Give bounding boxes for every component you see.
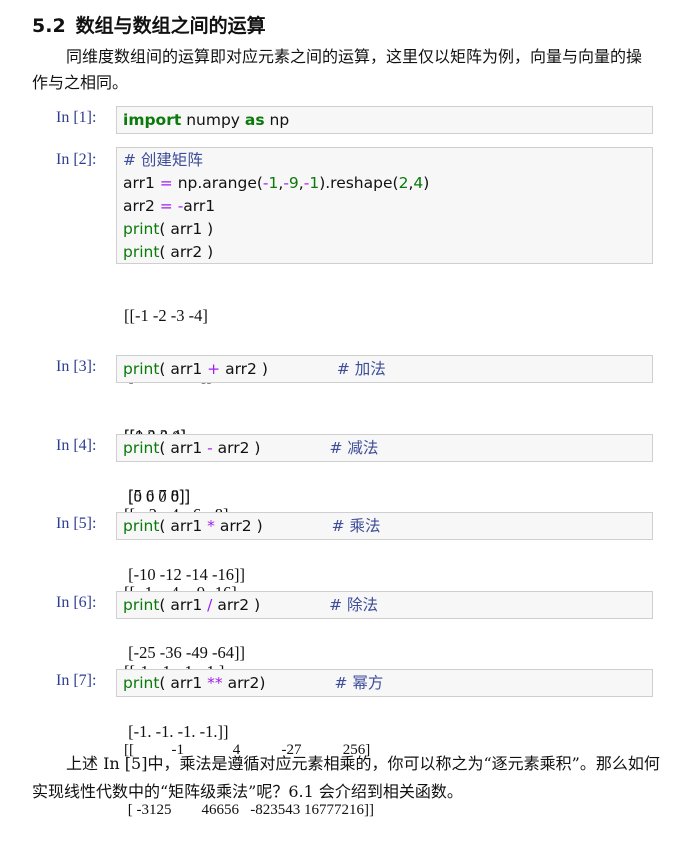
section-title: 数组与数组之间的运算 — [75, 15, 266, 37]
code-block[interactable]: import numpy as np — [116, 106, 653, 134]
closing-paragraph: 上述 In [5]中，乘法是遵循对应元素相乘的，你可以称之为“逐元素乘积”。那么… — [32, 750, 672, 806]
section-number: 5.2 — [32, 15, 66, 37]
code-block[interactable]: # 创建矩阵 arr1 = np.arange(-1,-9,-1).reshap… — [116, 147, 653, 264]
closing-text: 上述 In [5]中，乘法是遵循对应元素相乘的，你可以称之为“逐元素乘积”。那么… — [32, 754, 660, 801]
code-block[interactable]: print( arr1 / arr2 ) # 除法 — [116, 591, 653, 619]
code-token: import — [123, 111, 182, 129]
code-block[interactable]: print( arr1 * arr2 ) # 乘法 — [116, 512, 653, 540]
section-heading: 5.2 数组与数组之间的运算 — [32, 11, 266, 38]
intro-text: 同维度数组间的运算即对应元素之间的运算，这里仅以矩阵为例，向量与向量的操作与之相… — [32, 47, 643, 92]
code-block[interactable]: print( arr1 - arr2 ) # 减法 — [116, 434, 653, 462]
code-block[interactable]: print( arr1 ** arr2) # 幂方 — [116, 669, 653, 697]
intro-paragraph: 同维度数组间的运算即对应元素之间的运算，这里仅以矩阵为例，向量与向量的操作与之相… — [32, 44, 656, 96]
code-block[interactable]: print( arr1 + arr2 ) # 加法 — [116, 355, 653, 383]
